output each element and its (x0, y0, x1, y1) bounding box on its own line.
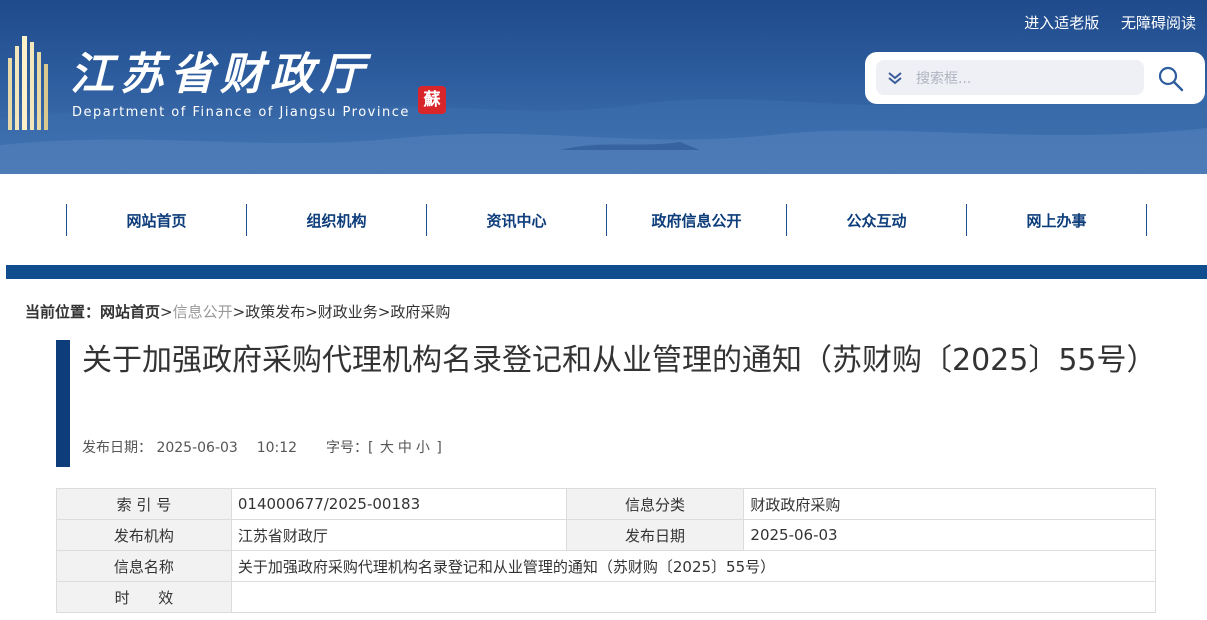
building-logo-icon (8, 36, 48, 130)
category-value: 财政政府采购 (743, 488, 1156, 520)
nav-divider-bar (6, 265, 1207, 279)
search-field (876, 60, 1144, 97)
font-size-bracket-open: [ (368, 440, 374, 456)
table-row: 信息名称 关于加强政府采购代理机构名录登记和从业管理的通知（苏财购〔2025〕5… (56, 550, 1157, 582)
publish-time: 10:12 (256, 440, 298, 456)
index-value: 014000677/2025-00183 (230, 488, 567, 520)
article-header: 关于加强政府采购代理机构名录登记和从业管理的通知（苏财购〔2025〕55号） 发… (56, 340, 1166, 467)
breadcrumb-separator: > (232, 303, 246, 321)
nav-item-news[interactable]: 资讯中心 (426, 204, 606, 236)
validity-value (230, 581, 1157, 613)
header-banner: 江苏省财政厅 Department of Finance of Jiangsu … (0, 0, 1207, 174)
breadcrumb: 当前位置：网站首页>信息公开>政策发布>财政业务>政府采购 (25, 301, 450, 322)
table-row: 时 效 (56, 581, 1157, 613)
publisher-label: 发布机构 (56, 519, 232, 551)
search-icon[interactable] (1157, 65, 1185, 93)
font-size-large-button[interactable]: 大 (380, 440, 394, 456)
pubdate-value: 2025-06-03 (743, 519, 1156, 551)
main-nav: 网站首页 组织机构 资讯中心 政府信息公开 公众互动 网上办事 (66, 204, 1147, 236)
info-table: 索 引 号 014000677/2025-00183 信息分类 财政政府采购 发… (56, 488, 1157, 613)
article-title: 关于加强政府采购代理机构名录登记和从业管理的通知（苏财购〔2025〕55号） (82, 343, 1157, 378)
nav-item-home[interactable]: 网站首页 (66, 204, 246, 236)
nav-item-organization[interactable]: 组织机构 (246, 204, 426, 236)
breadcrumb-separator: > (305, 303, 318, 321)
breadcrumb-separator: > (160, 303, 173, 321)
font-size-small-button[interactable]: 小 (416, 440, 430, 456)
breadcrumb-item-info-public[interactable]: 信息公开 (173, 303, 233, 321)
search-box (865, 52, 1205, 104)
breadcrumb-item-finance[interactable]: 财政业务 (318, 303, 378, 321)
site-subtitle: Department of Finance of Jiangsu Provinc… (72, 105, 410, 120)
article-meta: 发布日期： 2025-06-03 10:12 字号：[ 大中小 ] (82, 437, 442, 457)
font-size-label: 字号： (326, 440, 368, 456)
top-links: 进入适老版 无障碍阅读 (1007, 12, 1196, 33)
font-size-medium-button[interactable]: 中 (398, 440, 412, 456)
chevron-down-icon[interactable] (885, 68, 905, 88)
pubdate-label: 发布日期 (565, 519, 745, 551)
seal-badge: 蘇 (418, 86, 446, 114)
search-input[interactable] (914, 60, 1140, 97)
breadcrumb-label: 当前位置： (25, 303, 101, 321)
nav-item-gov-info[interactable]: 政府信息公开 (606, 204, 786, 236)
breadcrumb-item-procurement[interactable]: 政府采购 (390, 303, 450, 321)
table-row: 发布机构 江苏省财政厅 发布日期 2025-06-03 (56, 519, 1156, 551)
name-value: 关于加强政府采购代理机构名录登记和从业管理的通知（苏财购〔2025〕55号） (230, 550, 1157, 582)
publisher-value: 江苏省财政厅 (230, 519, 567, 551)
elderly-mode-link[interactable]: 进入适老版 (1024, 14, 1099, 32)
publish-date: 2025-06-03 (156, 440, 238, 456)
category-label: 信息分类 (565, 488, 745, 520)
name-label: 信息名称 (56, 550, 232, 582)
nav-item-online-services[interactable]: 网上办事 (966, 204, 1147, 236)
index-label: 索 引 号 (56, 488, 232, 520)
nav-item-interaction[interactable]: 公众互动 (786, 204, 966, 236)
font-size-bracket-close: ] (436, 440, 442, 456)
table-row: 索 引 号 014000677/2025-00183 信息分类 财政政府采购 (56, 488, 1156, 520)
publish-date-label: 发布日期： (82, 440, 152, 456)
breadcrumb-item-policy[interactable]: 政策发布 (245, 303, 305, 321)
accessibility-link[interactable]: 无障碍阅读 (1121, 14, 1196, 32)
validity-label: 时 效 (56, 581, 232, 613)
breadcrumb-item-home[interactable]: 网站首页 (100, 303, 160, 321)
breadcrumb-separator: > (377, 303, 391, 321)
site-title[interactable]: 江苏省财政厅 (70, 48, 370, 102)
